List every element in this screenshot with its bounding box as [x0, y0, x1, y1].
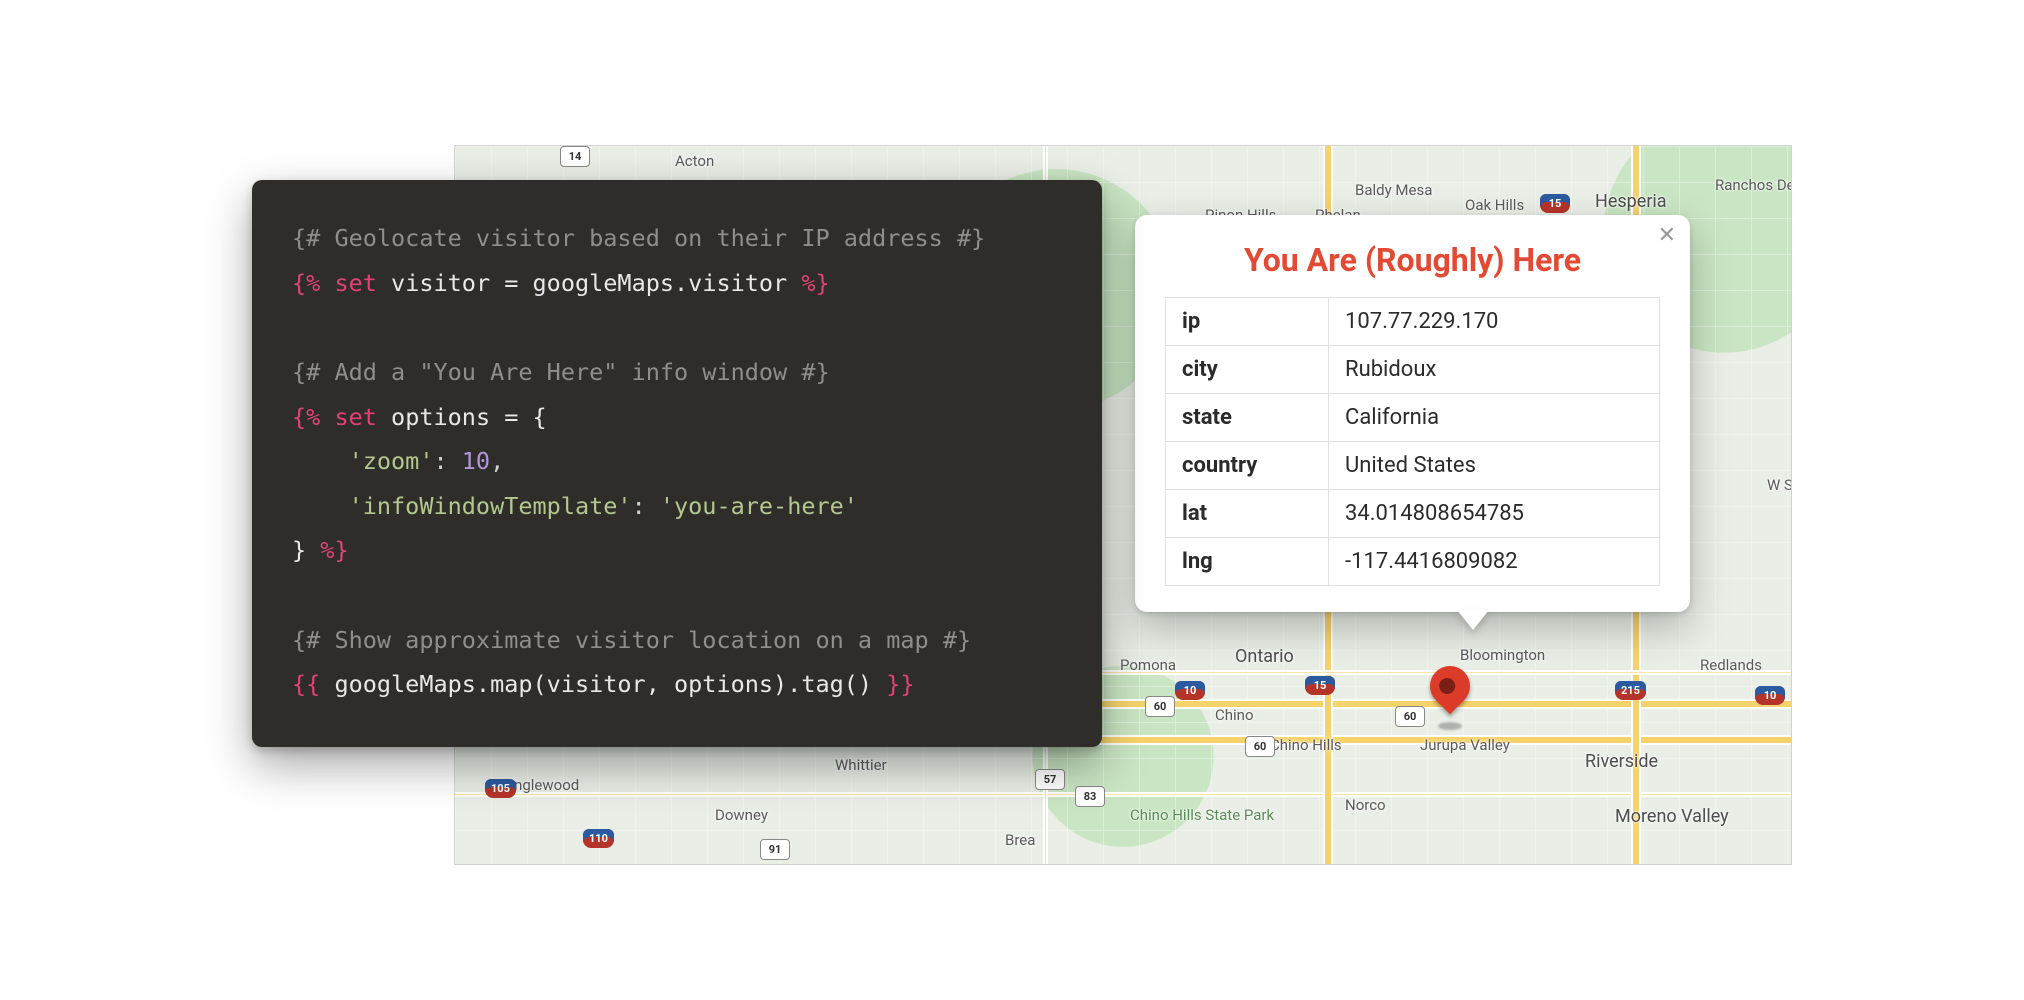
code-token: : [433, 447, 461, 475]
label-jurupa: Jurupa Valley [1420, 736, 1510, 754]
code-token: set [334, 403, 376, 431]
code-token: {% [292, 403, 320, 431]
code-token: %} [320, 536, 348, 564]
cell-val-state: California [1329, 394, 1660, 442]
road-91 [455, 792, 1791, 797]
label-ontario: Ontario [1235, 646, 1294, 667]
shield-10: 10 [1175, 681, 1205, 700]
code-token: 'zoom' [349, 447, 434, 475]
label-baldymesa: Baldy Mesa [1355, 181, 1432, 199]
label-inglewood: Inglewood [510, 776, 579, 794]
label-wsprings: W Spri [1767, 476, 1792, 494]
marker-pin-icon [1422, 658, 1479, 715]
cell-key-country: country [1166, 442, 1329, 490]
shield-14: 14 [560, 146, 590, 167]
shield-91: 91 [760, 839, 790, 860]
info-window: ✕ You Are (Roughly) Here ip107.77.229.17… [1135, 215, 1690, 612]
code-token: , [490, 447, 504, 475]
code-comment: {# Show approximate visitor location on … [292, 626, 971, 654]
label-riverside: Riverside [1585, 751, 1658, 772]
shield-60b: 60 [1395, 706, 1425, 727]
shield-215: 215 [1615, 681, 1646, 700]
shield-60: 60 [1145, 696, 1175, 717]
table-row: lng-117.4416809082 [1166, 538, 1660, 586]
label-acton: Acton [675, 152, 714, 170]
label-chpark: Chino Hills State Park [1130, 806, 1274, 824]
close-icon[interactable]: ✕ [1658, 225, 1676, 247]
info-window-title: You Are (Roughly) Here [1165, 241, 1660, 279]
label-chino: Chino [1215, 706, 1254, 724]
shield-57: 57 [1035, 769, 1065, 790]
cell-key-lat: lat [1166, 490, 1329, 538]
code-token: googleMaps.map(visitor, options).tag() [320, 670, 886, 698]
code-comment: {# Geolocate visitor based on their IP a… [292, 224, 985, 252]
label-bloomington: Bloomington [1460, 646, 1545, 664]
cell-key-lng: lng [1166, 538, 1329, 586]
label-chinohills: Chino Hills [1270, 736, 1342, 754]
code-panel: {# Geolocate visitor based on their IP a… [252, 180, 1102, 747]
label-whittier: Whittier [835, 756, 887, 774]
shield-60c: 60 [1245, 736, 1275, 757]
marker-shadow [1438, 722, 1462, 730]
table-row: lat34.014808654785 [1166, 490, 1660, 538]
cell-val-ip: 107.77.229.170 [1329, 298, 1660, 346]
code-block: {# Geolocate visitor based on their IP a… [292, 216, 1062, 707]
code-token: set [334, 269, 376, 297]
code-comment: {# Add a "You Are Here" info window #} [292, 358, 830, 386]
label-brea: Brea [1005, 831, 1035, 849]
label-norco: Norco [1345, 796, 1386, 814]
label-redlands: Redlands [1700, 656, 1762, 674]
code-token: {{ [292, 670, 320, 698]
shield-15: 15 [1540, 194, 1570, 213]
code-token: } [292, 536, 320, 564]
cell-key-state: state [1166, 394, 1329, 442]
code-token: 'infoWindowTemplate' [349, 492, 632, 520]
label-moreno: Moreno Valley [1615, 806, 1729, 827]
code-token: visitor = googleMaps.visitor [377, 269, 801, 297]
cell-val-country: United States [1329, 442, 1660, 490]
cell-val-lat: 34.014808654785 [1329, 490, 1660, 538]
code-token: options = { [377, 403, 547, 431]
cell-key-ip: ip [1166, 298, 1329, 346]
shield-105: 105 [485, 779, 516, 798]
code-token: %} [801, 269, 829, 297]
stage: Acton Baldy Mesa Pinon Hills Phelan Oak … [232, 115, 1792, 885]
info-window-table: ip107.77.229.170 cityRubidoux stateCalif… [1165, 297, 1660, 586]
cell-key-city: city [1166, 346, 1329, 394]
code-token: 'you-are-here' [660, 492, 858, 520]
code-token: }} [886, 670, 914, 698]
shield-15b: 15 [1305, 676, 1335, 695]
table-row: countryUnited States [1166, 442, 1660, 490]
table-row: stateCalifornia [1166, 394, 1660, 442]
shield-10b: 10 [1755, 686, 1785, 705]
label-oakhills: Oak Hills [1465, 196, 1524, 214]
cell-val-lng: -117.4416809082 [1329, 538, 1660, 586]
cell-val-city: Rubidoux [1329, 346, 1660, 394]
code-token: : [632, 492, 660, 520]
label-ranchos: Ranchos Del Oro [1715, 176, 1792, 194]
shield-110: 110 [583, 829, 614, 848]
label-hesperia: Hesperia [1595, 191, 1667, 212]
code-token: 10 [462, 447, 490, 475]
table-row: cityRubidoux [1166, 346, 1660, 394]
label-downey: Downey [715, 806, 768, 824]
code-token: {% [292, 269, 320, 297]
map-marker[interactable] [1430, 666, 1470, 726]
label-pomona: Pomona [1120, 656, 1176, 674]
info-window-tail-icon [1457, 610, 1489, 630]
shield-83: 83 [1075, 786, 1105, 807]
table-row: ip107.77.229.170 [1166, 298, 1660, 346]
